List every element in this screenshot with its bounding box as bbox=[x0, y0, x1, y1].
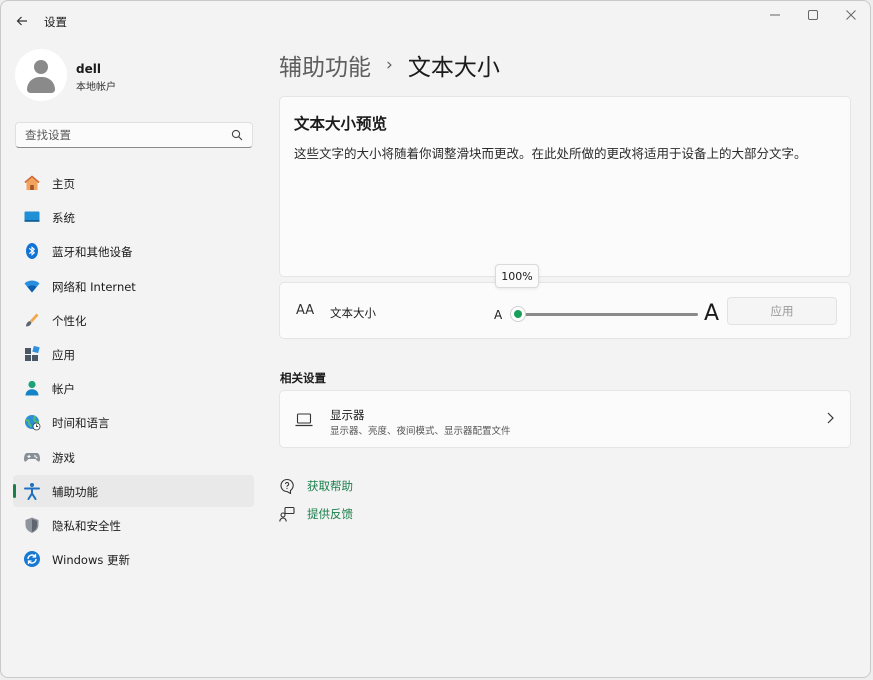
bluetooth-icon bbox=[26, 243, 38, 260]
laptop-icon bbox=[295, 413, 313, 427]
related-settings-heading: 相关设置 bbox=[280, 371, 326, 385]
maximize-icon bbox=[808, 10, 818, 20]
sidebar-item-label: 辅助功能 bbox=[52, 484, 98, 499]
avatar-head-icon bbox=[34, 60, 48, 74]
sidebar-item-label: 系统 bbox=[52, 211, 75, 226]
sidebar-nav: 主页 系统 蓝牙和其他设备 网络和 Internet 个性化 应用 帐户 时间和… bbox=[13, 167, 254, 577]
slider-value-tooltip: 100% bbox=[495, 264, 539, 288]
sidebar-item-label: 网络和 Internet bbox=[52, 279, 136, 294]
user-name: dell bbox=[76, 62, 101, 76]
sidebar-item-home[interactable]: 主页 bbox=[13, 167, 254, 199]
text-size-setting-card: AA 文本大小 A A 应用 bbox=[279, 282, 851, 339]
sidebar-item-label: 蓝牙和其他设备 bbox=[52, 245, 133, 260]
slider-max-marker: A bbox=[704, 301, 720, 326]
sidebar-item-windows-update[interactable]: Windows 更新 bbox=[13, 543, 254, 575]
close-button[interactable] bbox=[832, 1, 870, 29]
accessibility-icon bbox=[24, 482, 40, 500]
close-icon bbox=[846, 10, 856, 20]
text-size-preview-card: 文本大小预览 这些文字的大小将随着你调整滑块而更改。在此处所做的更改将适用于设备… bbox=[279, 96, 851, 277]
time-language-icon bbox=[25, 415, 41, 431]
avatar[interactable] bbox=[15, 49, 67, 101]
feedback-link[interactable]: 提供反馈 bbox=[307, 506, 353, 522]
sidebar-item-label: 游戏 bbox=[52, 450, 75, 465]
account-type: 本地帐户 bbox=[76, 82, 116, 93]
home-icon bbox=[24, 175, 40, 190]
sidebar-item-label: 时间和语言 bbox=[52, 416, 110, 431]
sidebar-item-label: 个性化 bbox=[52, 313, 87, 328]
avatar-body-icon bbox=[27, 77, 55, 93]
sidebar-item-network[interactable]: 网络和 Internet bbox=[13, 270, 254, 302]
title-bar: 设置 bbox=[1, 1, 870, 41]
get-help-link[interactable]: 获取帮助 bbox=[307, 478, 353, 494]
search-icon[interactable] bbox=[231, 129, 243, 141]
apply-button[interactable]: 应用 bbox=[727, 297, 837, 325]
text-size-label: 文本大小 bbox=[330, 306, 376, 320]
maximize-button[interactable] bbox=[794, 1, 832, 29]
sidebar-item-system[interactable]: 系统 bbox=[13, 201, 254, 233]
search-input[interactable] bbox=[25, 128, 225, 142]
settings-window: 设置 dell 本地帐户 主页 系统 蓝牙和其他设备 bbox=[0, 0, 871, 678]
active-indicator bbox=[13, 483, 16, 498]
sidebar-item-label: 隐私和安全性 bbox=[52, 518, 121, 533]
minimize-icon bbox=[770, 14, 780, 16]
display-subtitle: 显示器、亮度、夜间模式、显示器配置文件 bbox=[330, 426, 511, 437]
sidebar-item-apps[interactable]: 应用 bbox=[13, 338, 254, 370]
sidebar-item-label: Windows 更新 bbox=[52, 553, 130, 568]
gaming-icon bbox=[24, 452, 40, 462]
breadcrumb-separator: › bbox=[386, 55, 393, 75]
sidebar-item-privacy[interactable]: 隐私和安全性 bbox=[13, 509, 254, 541]
sidebar-item-accounts[interactable]: 帐户 bbox=[13, 372, 254, 404]
slider-min-marker: A bbox=[494, 308, 503, 322]
preview-text: 这些文字的大小将随着你调整滑块而更改。在此处所做的更改将适用于设备上的大部分文字… bbox=[294, 146, 807, 161]
apps-icon bbox=[25, 345, 40, 361]
breadcrumb: 辅助功能 › 文本大小 bbox=[279, 48, 500, 82]
feedback-link-row[interactable]: 提供反馈 bbox=[279, 506, 353, 522]
search-box[interactable] bbox=[15, 122, 253, 148]
back-arrow-icon bbox=[16, 16, 27, 26]
windows-update-icon bbox=[24, 551, 40, 568]
text-size-slider-thumb[interactable] bbox=[510, 306, 526, 322]
breadcrumb-parent[interactable]: 辅助功能 bbox=[279, 48, 371, 82]
system-icon bbox=[24, 211, 40, 222]
chevron-right-icon bbox=[827, 412, 834, 424]
page-title: 文本大小 bbox=[407, 55, 500, 81]
network-icon bbox=[24, 280, 40, 293]
get-help-link-row[interactable]: 获取帮助 bbox=[279, 478, 353, 494]
display-title: 显示器 bbox=[330, 408, 365, 422]
feedback-icon bbox=[279, 506, 295, 522]
help-icon bbox=[280, 478, 294, 494]
sidebar-item-label: 主页 bbox=[52, 177, 75, 191]
display-settings-card[interactable]: 显示器 显示器、亮度、夜间模式、显示器配置文件 bbox=[279, 390, 851, 448]
privacy-shield-icon bbox=[25, 517, 39, 533]
sidebar-item-personalization[interactable]: 个性化 bbox=[13, 304, 254, 336]
back-button[interactable] bbox=[9, 9, 35, 33]
accounts-icon bbox=[25, 381, 39, 396]
sidebar-item-label: 应用 bbox=[52, 347, 75, 362]
personalization-icon bbox=[26, 313, 39, 327]
text-size-slider-track[interactable] bbox=[518, 313, 698, 316]
text-size-icon: AA bbox=[296, 303, 315, 318]
minimize-button[interactable] bbox=[756, 1, 794, 29]
app-title: 设置 bbox=[44, 15, 67, 29]
sidebar-item-bluetooth[interactable]: 蓝牙和其他设备 bbox=[13, 235, 254, 267]
sidebar-item-time-language[interactable]: 时间和语言 bbox=[13, 406, 254, 438]
sidebar-item-gaming[interactable]: 游戏 bbox=[13, 441, 254, 473]
sidebar-item-label: 帐户 bbox=[52, 382, 75, 397]
preview-title: 文本大小预览 bbox=[294, 115, 388, 133]
sidebar-item-accessibility[interactable]: 辅助功能 bbox=[13, 474, 254, 507]
